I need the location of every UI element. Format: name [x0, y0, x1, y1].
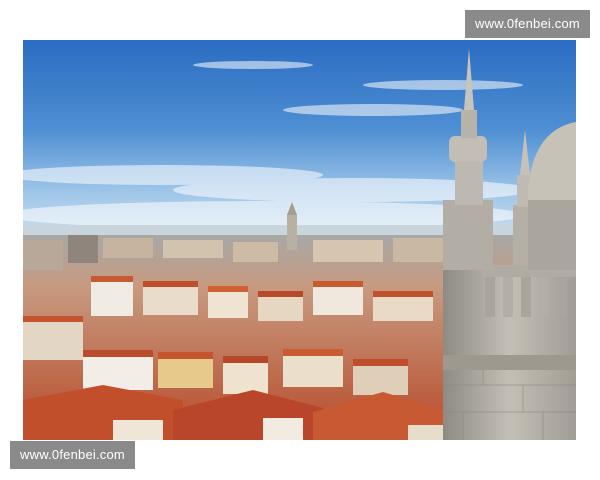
watermark-bottom: www.0fenbei.com — [10, 441, 135, 469]
watermark-top: www.0fenbei.com — [465, 10, 590, 38]
city-photo — [23, 40, 576, 440]
